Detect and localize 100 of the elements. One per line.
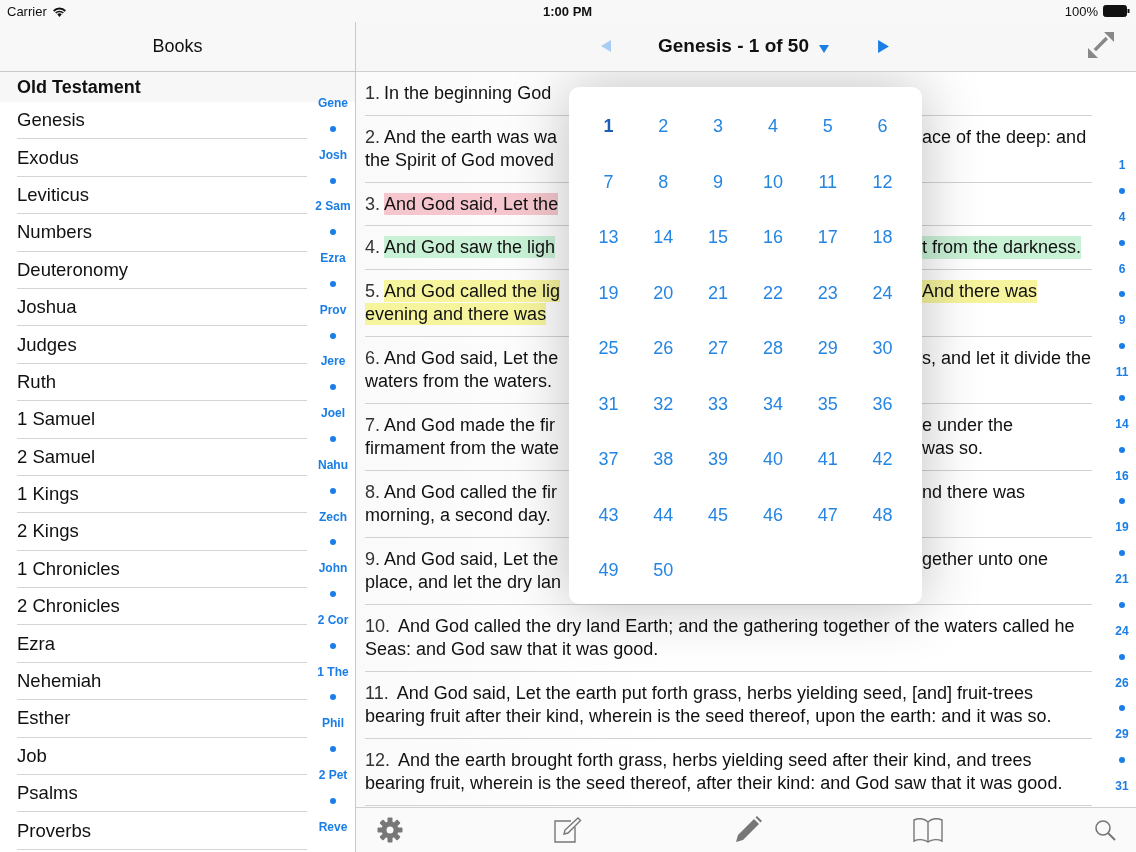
verse-index-label[interactable]: 6 <box>1118 261 1126 276</box>
book-list-item[interactable]: Exodus <box>17 139 307 177</box>
chapter-number[interactable]: 32 <box>635 376 691 432</box>
index-label[interactable]: Reve <box>318 819 348 834</box>
verse-index-label[interactable]: 16 <box>1115 468 1129 483</box>
chapter-number[interactable]: 43 <box>581 487 636 543</box>
chapter-number[interactable]: 6 <box>855 99 910 155</box>
chapter-number[interactable]: 22 <box>745 265 801 321</box>
chapter-number[interactable]: 25 <box>581 321 636 377</box>
chapter-number[interactable]: 42 <box>855 432 910 488</box>
book-list-item[interactable]: Judges <box>17 326 307 364</box>
verse-index-label[interactable]: 14 <box>1115 416 1129 431</box>
book-list-item[interactable]: 2 Samuel <box>17 438 307 476</box>
verse-index-label[interactable]: 1 <box>1118 158 1126 172</box>
index-label[interactable]: 2 Pet <box>318 767 348 782</box>
chapter-number[interactable]: 13 <box>581 210 636 266</box>
chapter-number[interactable]: 11 <box>800 154 856 210</box>
chapter-number[interactable]: 4 <box>745 99 801 155</box>
book-list-item[interactable]: 2 Chronicles <box>17 588 307 626</box>
chapter-number[interactable]: 5 <box>800 99 856 155</box>
chapter-number[interactable]: 39 <box>690 432 746 488</box>
chapter-number[interactable]: 23 <box>800 265 856 321</box>
verse-index-label[interactable]: 24 <box>1115 623 1129 638</box>
chapter-number[interactable]: 45 <box>690 487 746 543</box>
verse-index-label[interactable]: 26 <box>1115 675 1129 690</box>
book-list-item[interactable]: Leviticus <box>17 176 307 215</box>
chapter-number[interactable]: 27 <box>690 321 746 377</box>
chapter-number[interactable]: 38 <box>635 432 691 488</box>
verse-index-label[interactable]: 9 <box>1118 313 1126 328</box>
chapter-number[interactable]: 30 <box>855 321 910 377</box>
chapter-number[interactable]: 18 <box>855 210 910 266</box>
book-list-item[interactable]: Nehemiah <box>17 662 307 701</box>
index-label[interactable]: 2 Sam <box>315 199 351 214</box>
book-list-item[interactable]: Ruth <box>17 363 307 402</box>
chapter-number[interactable]: 41 <box>800 432 856 488</box>
chapter-number[interactable]: 40 <box>745 432 801 488</box>
verse-index-label[interactable]: 11 <box>1115 365 1129 379</box>
settings-icon[interactable] <box>377 817 403 843</box>
compose-icon[interactable] <box>554 817 583 843</box>
pencil-icon[interactable] <box>733 816 762 844</box>
book-list-item[interactable]: Numbers <box>17 214 307 252</box>
chapter-number[interactable]: 19 <box>581 265 636 321</box>
chapter-number[interactable]: 34 <box>745 376 801 432</box>
chapter-number[interactable]: 29 <box>800 321 856 377</box>
chapter-number[interactable]: 2 <box>635 99 691 155</box>
chapter-number[interactable]: 17 <box>800 210 856 266</box>
chapter-number[interactable]: 7 <box>581 154 636 210</box>
book-list-item[interactable]: 1 Samuel <box>17 401 307 439</box>
book-list-item[interactable]: Job <box>17 737 307 776</box>
chapter-number[interactable]: 12 <box>855 154 910 210</box>
verse-index-label[interactable]: 29 <box>1115 727 1129 742</box>
chapter-number[interactable]: 16 <box>745 210 801 266</box>
chapter-number[interactable]: 20 <box>635 265 691 321</box>
book-list-item[interactable]: Proverbs <box>17 812 307 850</box>
chapter-number[interactable]: 24 <box>855 265 910 321</box>
index-label[interactable]: Phil <box>322 716 344 731</box>
index-label[interactable]: Josh <box>319 147 347 162</box>
chapter-number[interactable]: 47 <box>800 487 856 543</box>
book-list-item[interactable]: Deuteronomy <box>17 251 307 289</box>
chapter-number[interactable]: 35 <box>800 376 856 432</box>
book-list-item[interactable]: Joshua <box>17 288 307 327</box>
chapter-number[interactable]: 1 <box>581 99 636 155</box>
verse-index-label[interactable]: 21 <box>1115 572 1129 586</box>
chapter-number[interactable]: 21 <box>690 265 746 321</box>
index-label[interactable]: Nahu <box>318 457 348 472</box>
next-arrow-icon[interactable] <box>878 40 889 53</box>
index-label[interactable]: Zech <box>319 509 347 524</box>
book-list-item[interactable]: Psalms <box>17 775 307 813</box>
chapter-number[interactable]: 14 <box>635 210 691 266</box>
book-list-item[interactable]: Ezra <box>17 625 307 663</box>
index-label[interactable]: Prov <box>319 302 347 317</box>
index-label[interactable]: Joel <box>321 406 345 421</box>
book-list-item[interactable]: 1 Kings <box>17 475 307 514</box>
chapter-number[interactable]: 33 <box>690 376 746 432</box>
chapter-number[interactable]: 44 <box>635 487 691 543</box>
index-label[interactable]: 2 Cor <box>317 612 349 627</box>
chapter-number[interactable]: 49 <box>581 543 636 599</box>
book-list-item[interactable]: Genesis <box>17 102 307 140</box>
chapter-number[interactable]: 9 <box>690 154 746 210</box>
book-list-item[interactable]: 1 Chronicles <box>17 550 307 589</box>
verse-index-label[interactable]: 4 <box>1118 209 1126 224</box>
chapter-number[interactable]: 36 <box>855 376 910 432</box>
expand-icon[interactable] <box>1088 32 1114 58</box>
chapter-number[interactable]: 15 <box>690 210 746 266</box>
chapter-number[interactable]: 50 <box>635 543 691 599</box>
caret-icon[interactable] <box>819 45 829 53</box>
chapter-number[interactable]: 37 <box>581 432 636 488</box>
chapter-number[interactable]: 8 <box>635 154 691 210</box>
search-icon[interactable] <box>1094 819 1116 841</box>
chapter-number[interactable]: 28 <box>745 321 801 377</box>
chapter-number[interactable]: 26 <box>635 321 691 377</box>
index-label[interactable]: Ezra <box>320 251 346 266</box>
index-label[interactable]: John <box>318 561 348 576</box>
index-label[interactable]: 1 The <box>317 664 349 679</box>
chapter-number[interactable]: 3 <box>690 99 746 155</box>
chapter-number[interactable]: 48 <box>855 487 910 543</box>
book-icon[interactable] <box>912 817 943 843</box>
verse-index-label[interactable]: 19 <box>1115 520 1129 535</box>
chapter-title[interactable]: Genesis - 1 of 50 <box>658 35 809 57</box>
chapter-number[interactable]: 31 <box>581 376 636 432</box>
